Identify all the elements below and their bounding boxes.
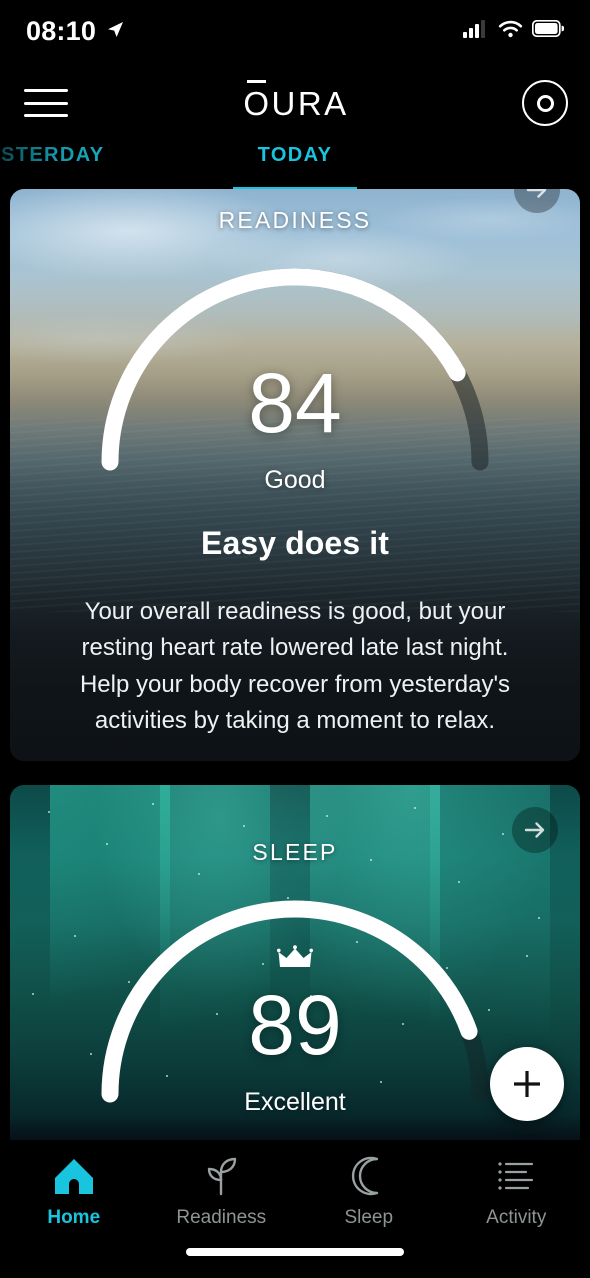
tab-today[interactable]: TODAY: [205, 144, 385, 189]
readiness-score-label: Good: [264, 466, 326, 494]
status-bar: 08:10: [0, 0, 590, 62]
ring-icon-inner: [536, 94, 554, 112]
day-tab-bar: YESTERDAY TODAY: [0, 144, 590, 190]
bottom-navigation-bar: Home Readiness Sleep Activity: [0, 1140, 590, 1278]
readiness-card[interactable]: READINESS 84 Good Easy does it Your over…: [10, 189, 580, 761]
location-arrow-icon: [105, 19, 125, 44]
sprout-icon: [199, 1154, 243, 1198]
readiness-score: 84: [248, 356, 342, 450]
nav-item-sleep-label: Sleep: [344, 1207, 394, 1228]
tab-today-label: TODAY: [257, 144, 333, 166]
nav-item-readiness[interactable]: Readiness: [148, 1154, 296, 1229]
oura-ring-icon[interactable]: [522, 80, 568, 126]
add-button[interactable]: [490, 1047, 564, 1121]
status-bar-right: [463, 19, 565, 43]
nav-item-activity-label: Activity: [486, 1207, 547, 1228]
wifi-icon: [498, 20, 523, 43]
logo-macron: [247, 79, 267, 83]
sleep-score: 89: [248, 978, 342, 1072]
cellular-signal-icon: [463, 19, 489, 43]
tab-yesterday[interactable]: YESTERDAY: [0, 144, 128, 189]
status-bar-left: 08:10: [26, 16, 125, 47]
app-header: OURA: [0, 62, 590, 144]
nav-item-readiness-label: Readiness: [176, 1207, 267, 1228]
home-indicator[interactable]: [186, 1248, 404, 1256]
moon-icon: [347, 1154, 391, 1198]
readiness-headline: Easy does it: [201, 525, 389, 561]
home-icon: [52, 1154, 96, 1198]
sleep-crown-icon: [10, 945, 580, 971]
plus-icon: [514, 1071, 540, 1097]
readiness-body-text: Your overall readiness is good, but your…: [79, 598, 511, 735]
nav-item-activity[interactable]: Activity: [443, 1154, 590, 1229]
hamburger-menu-icon[interactable]: [22, 85, 70, 121]
nav-item-home[interactable]: Home: [0, 1154, 148, 1229]
nav-item-home-label: Home: [47, 1207, 101, 1228]
sleep-card-title: SLEEP: [252, 839, 338, 865]
readiness-card-title: READINESS: [218, 207, 372, 233]
nav-item-sleep[interactable]: Sleep: [295, 1154, 443, 1229]
oura-logo: OURA: [243, 79, 349, 122]
logo-text: OURA: [243, 84, 349, 122]
battery-full-icon: [531, 19, 565, 42]
card-scroll-area[interactable]: READINESS 84 Good Easy does it Your over…: [0, 189, 590, 1140]
tab-yesterday-label: YESTERDAY: [0, 144, 105, 167]
arrow-right-icon: [526, 189, 547, 198]
list-icon: [494, 1154, 538, 1198]
status-bar-clock: 08:10: [26, 15, 97, 46]
app-screen: 08:10 OURA STERDAY TODAY READINESS 84 Go…: [0, 0, 590, 1278]
sleep-horizon-ridge: [10, 1115, 580, 1140]
